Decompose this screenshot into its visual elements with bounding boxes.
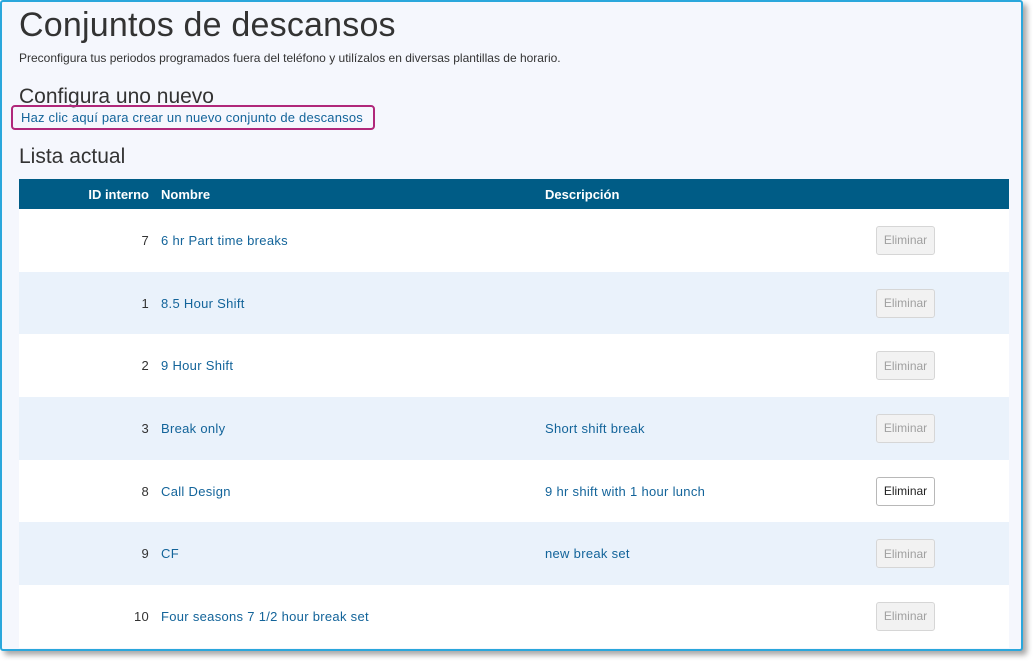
- table-row: 10 Four seasons 7 1/2 hour break set Eli…: [19, 585, 1009, 648]
- row-name-link[interactable]: Break only: [161, 421, 225, 436]
- row-name-link[interactable]: Call Design: [161, 484, 231, 499]
- row-id: 1: [19, 271, 149, 335]
- row-id: 9: [19, 522, 149, 586]
- row-name-link[interactable]: CF: [161, 546, 179, 561]
- delete-button[interactable]: Eliminar: [876, 288, 935, 318]
- page-subtitle: Preconfigura tus periodos programados fu…: [19, 51, 561, 65]
- row-id: 2: [19, 334, 149, 398]
- table-header-row: ID interno Nombre Descripción: [19, 179, 1009, 209]
- table-row: 3 Break only Short shift break Eliminar: [19, 397, 1009, 460]
- delete-button[interactable]: Eliminar: [876, 225, 935, 255]
- delete-button[interactable]: Eliminar: [876, 351, 935, 381]
- break-sets-table: ID interno Nombre Descripción 7 6 hr Par…: [19, 179, 1009, 648]
- column-header-name[interactable]: Nombre: [149, 179, 545, 209]
- delete-button[interactable]: Eliminar: [876, 601, 935, 631]
- column-header-description[interactable]: Descripción: [545, 179, 845, 209]
- delete-button[interactable]: Eliminar: [876, 413, 935, 443]
- row-name-link[interactable]: Four seasons 7 1/2 hour break set: [161, 609, 369, 624]
- table-row: 7 6 hr Part time breaks Eliminar: [19, 209, 1009, 272]
- row-id: 7: [19, 209, 149, 272]
- row-description-link[interactable]: 9 hr shift with 1 hour lunch: [545, 484, 705, 499]
- row-id: 8: [19, 459, 149, 523]
- row-name-link[interactable]: 6 hr Part time breaks: [161, 233, 288, 248]
- table-row: 9 CF new break set Eliminar: [19, 522, 1009, 586]
- delete-button[interactable]: Eliminar: [876, 476, 935, 506]
- current-list-heading: Lista actual: [19, 145, 126, 168]
- column-header-actions: [845, 179, 1009, 209]
- column-header-id[interactable]: ID interno: [19, 179, 149, 209]
- row-name-link[interactable]: 8.5 Hour Shift: [161, 296, 245, 311]
- create-break-set-link[interactable]: Haz clic aquí para crear un nuevo conjun…: [11, 105, 375, 130]
- table-row: 1 8.5 Hour Shift Eliminar: [19, 271, 1009, 335]
- delete-button[interactable]: Eliminar: [876, 539, 935, 569]
- table-row: 2 9 Hour Shift Eliminar: [19, 334, 1009, 398]
- row-name-link[interactable]: 9 Hour Shift: [161, 358, 233, 373]
- table-row: 8 Call Design 9 hr shift with 1 hour lun…: [19, 459, 1009, 523]
- row-id: 10: [19, 585, 149, 648]
- page-title: Conjuntos de descansos: [19, 6, 396, 44]
- row-description-link[interactable]: new break set: [545, 546, 630, 561]
- app-window: Conjuntos de descansos Preconfigura tus …: [0, 0, 1023, 651]
- row-description-link[interactable]: Short shift break: [545, 421, 645, 436]
- row-id: 3: [19, 397, 149, 460]
